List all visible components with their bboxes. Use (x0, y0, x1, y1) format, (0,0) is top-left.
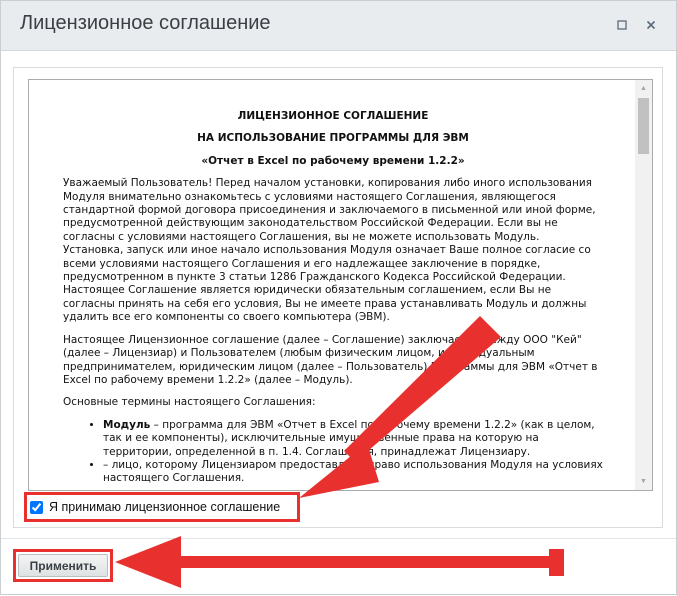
license-paragraph-2: Настоящее Лицензионное соглашение (далее… (63, 333, 598, 386)
license-text-box[interactable]: ЛИЦЕНЗИОННОЕ СОГЛАШЕНИЕ НА ИСПОЛЬЗОВАНИЕ… (28, 79, 653, 491)
license-text: ЛИЦЕНЗИОННОЕ СОГЛАШЕНИЕ НА ИСПОЛЬЗОВАНИЕ… (63, 110, 603, 486)
term-text: – лицо, которому Лицензиаром предоставле… (103, 458, 603, 485)
license-heading-1: ЛИЦЕНЗИОННОЕ СОГЛАШЕНИЕ (237, 110, 429, 122)
license-paragraph-3: Основные термины настоящего Соглашения: (63, 396, 316, 409)
term-item: – лицо, которому Лицензиаром предоставле… (103, 459, 603, 486)
license-dialog: Лицензионное соглашение ЛИЦЕНЗИОННОЕ СОГ… (0, 0, 677, 595)
maximize-icon-glyph (617, 20, 627, 30)
highlight-box-accept (24, 492, 300, 522)
term-item: Модуль – программа для ЭВМ «Отчет в Exce… (103, 419, 603, 459)
dialog-titlebar: Лицензионное соглашение (1, 1, 676, 51)
maximize-icon[interactable] (612, 15, 632, 35)
scroll-up-arrow-icon[interactable]: ▲ (635, 80, 652, 97)
license-heading-2: НА ИСПОЛЬЗОВАНИЕ ПРОГРАММЫ ДЛЯ ЭВМ (197, 132, 469, 145)
scroll-thumb[interactable] (638, 98, 649, 154)
term-name: Модуль (103, 418, 151, 431)
red-arrow-to-apply-icon (115, 536, 564, 588)
dialog-title: Лицензионное соглашение (20, 12, 271, 34)
term-text: – программа для ЭВМ «Отчет в Excel по ра… (103, 418, 595, 458)
highlight-box-apply (13, 549, 113, 582)
license-heading-3: «Отчет в Excel по рабочему времени 1.2.2… (201, 154, 465, 167)
close-icon-glyph (646, 20, 656, 30)
license-scrollbar[interactable]: ▲ ▼ (635, 80, 652, 490)
close-icon[interactable] (641, 15, 661, 35)
footer-divider (1, 538, 676, 539)
license-paragraph-1: Уважаемый Пользователь! Перед началом ус… (63, 177, 596, 324)
terms-list: Модуль – программа для ЭВМ «Отчет в Exce… (63, 419, 603, 486)
scroll-down-arrow-icon[interactable]: ▼ (635, 473, 652, 490)
